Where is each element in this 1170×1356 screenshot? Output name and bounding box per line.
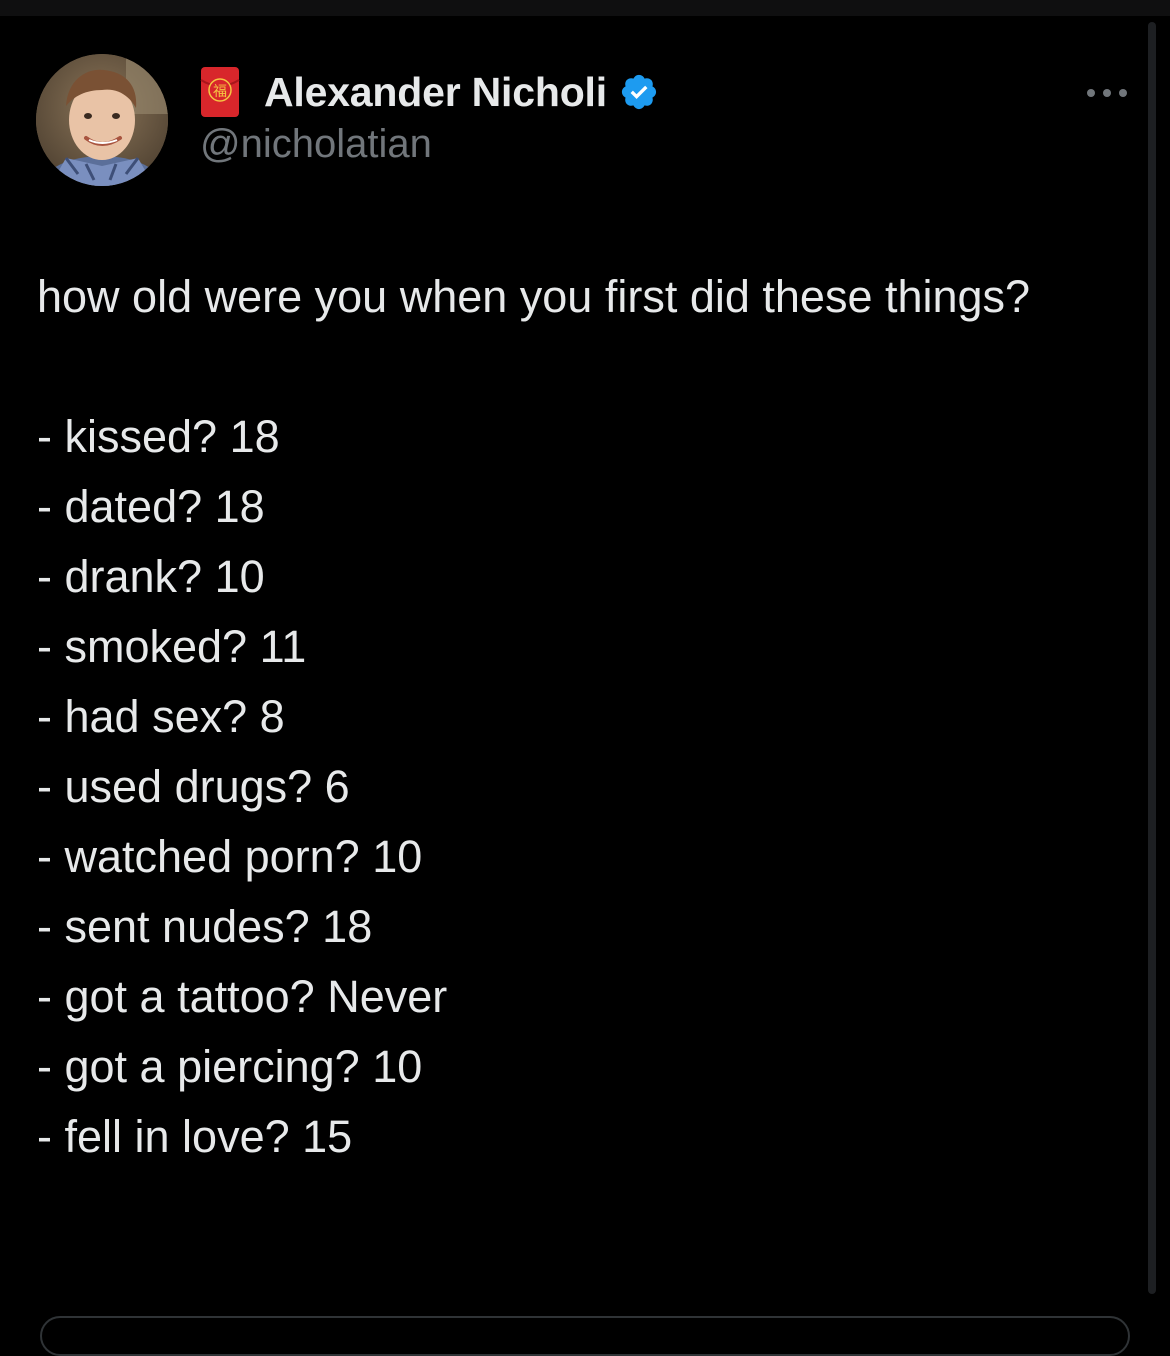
list-item: - got a piercing? 10 (37, 1041, 423, 1092)
avatar-image (36, 54, 168, 186)
tweet-list: - kissed? 18 - dated? 18 - drank? 10 - s… (37, 402, 1117, 1172)
author-display-name[interactable]: Alexander Nicholi (264, 69, 607, 116)
tweet-intro: how old were you when you first did thes… (37, 271, 1031, 322)
list-item: - had sex? 8 (37, 691, 285, 742)
top-strip (0, 0, 1170, 16)
list-item: - got a tattoo? Never (37, 971, 448, 1022)
author-handle[interactable]: @nicholatian (200, 122, 432, 167)
list-item: - sent nudes? 18 (37, 901, 373, 952)
list-item: - used drugs? 6 (37, 761, 350, 812)
list-item: - watched porn? 10 (37, 831, 423, 882)
red-envelope-icon: 福 (200, 66, 240, 118)
list-item: - kissed? 18 (37, 411, 280, 462)
avatar[interactable] (36, 54, 168, 186)
envelope-glyph: 福 (213, 84, 227, 100)
verified-badge-icon[interactable] (619, 72, 659, 112)
list-item: - drank? 10 (37, 551, 265, 602)
author-name-row: 福 Alexander Nicholi (200, 64, 659, 120)
list-item: - smoked? 11 (37, 621, 307, 672)
list-item: - dated? 18 (37, 481, 265, 532)
more-options-icon[interactable] (1082, 80, 1132, 106)
tweet-text: how old were you when you first did thes… (37, 262, 1117, 1172)
list-item: - fell in love? 15 (37, 1111, 353, 1162)
tweet: 福 Alexander Nicholi @nicholatian how old… (0, 16, 1150, 1356)
quoted-card-edge[interactable] (40, 1316, 1130, 1356)
